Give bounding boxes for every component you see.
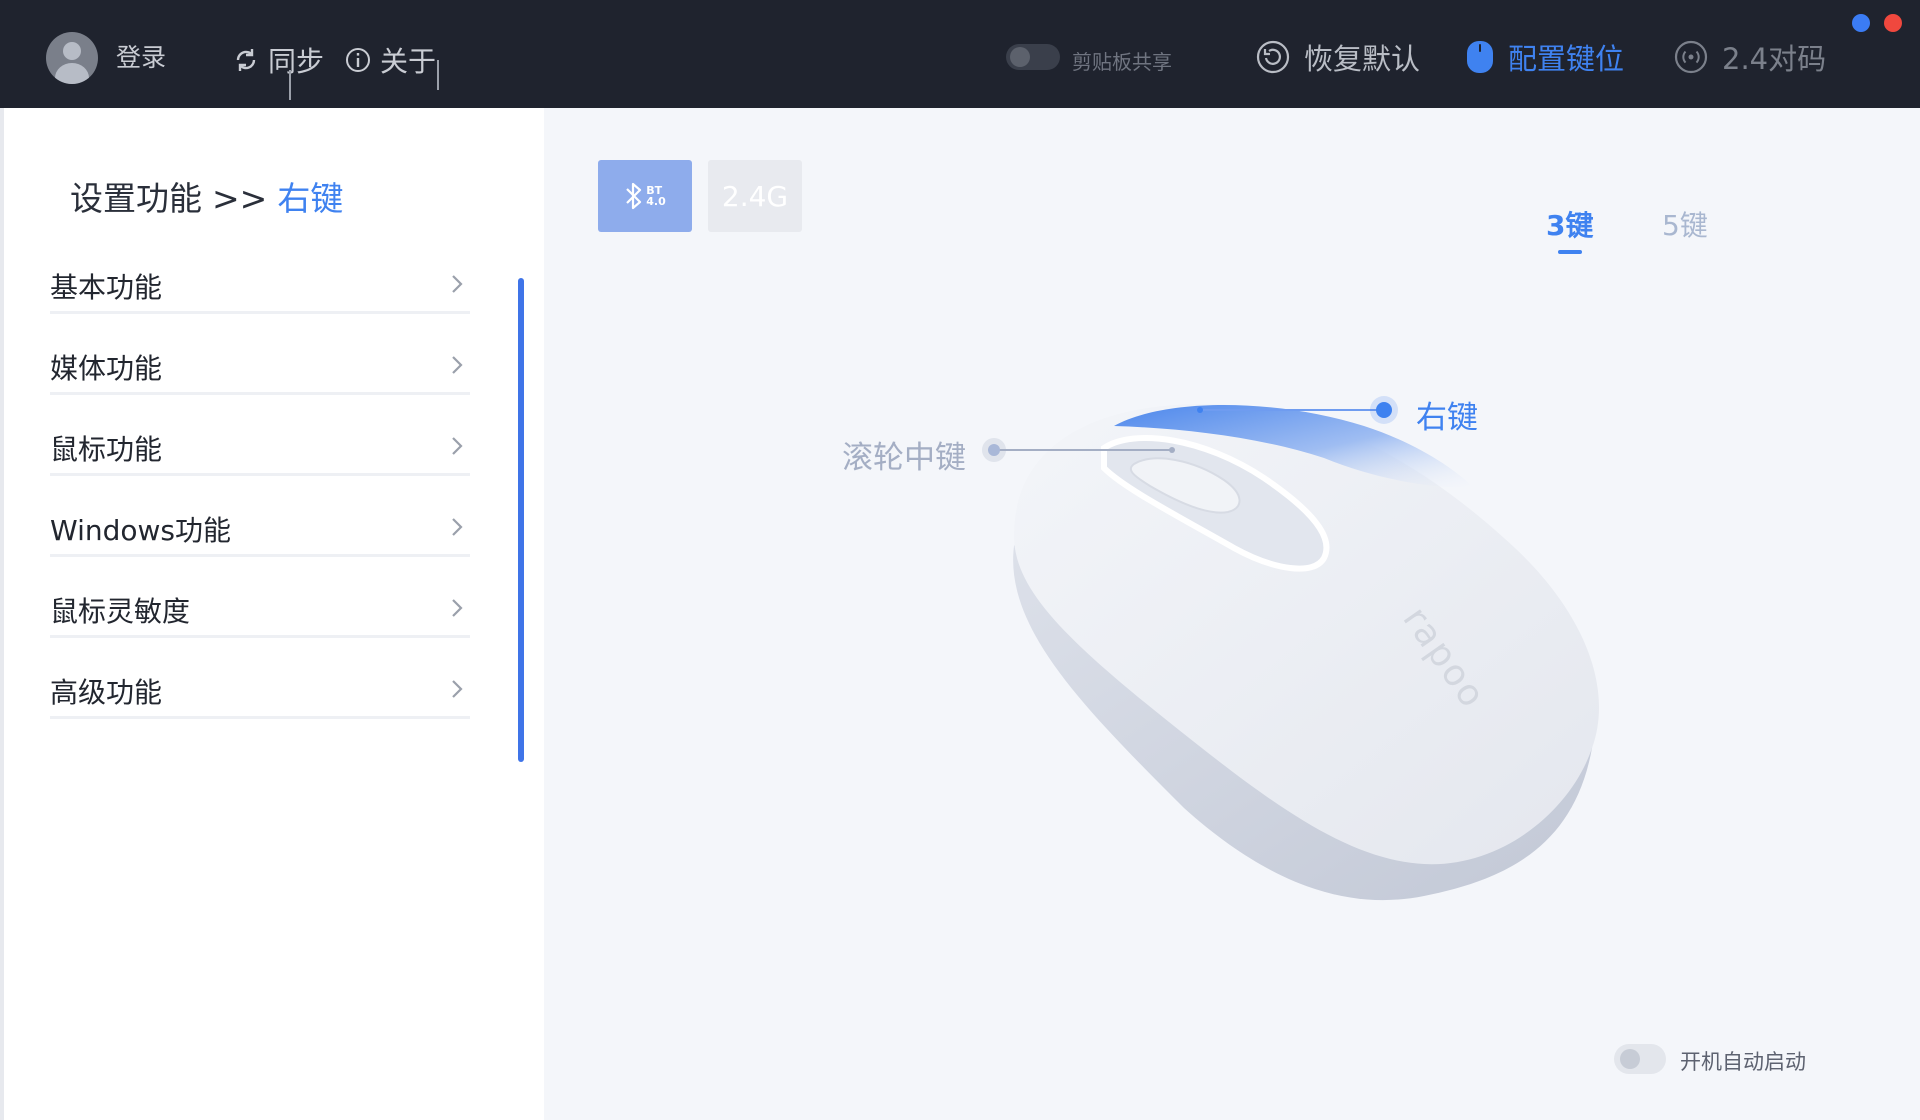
chevron-right-icon bbox=[452, 518, 463, 536]
configure-keys-button[interactable]: 配置键位 bbox=[1466, 36, 1624, 78]
text-cursor-2 bbox=[437, 60, 439, 90]
clipboard-share-toggle[interactable] bbox=[1006, 44, 1060, 70]
about-button[interactable]: 关于 bbox=[344, 40, 436, 80]
sidebar-scrollbar[interactable] bbox=[518, 278, 524, 762]
breadcrumb: 设置功能 >> 右键 bbox=[70, 172, 343, 220]
login-link[interactable]: 登录 bbox=[116, 38, 166, 74]
breadcrumb-separator: >> bbox=[212, 179, 268, 218]
avatar[interactable] bbox=[46, 32, 98, 84]
pairing-label: 2.4对码 bbox=[1722, 42, 1827, 76]
configure-keys-label: 配置键位 bbox=[1508, 42, 1625, 76]
menu-item-label: 鼠标灵敏度 bbox=[50, 595, 191, 628]
top-bar: 登录 同步 关于 剪贴板共享 恢复默认 配置键位 2.4对码 bbox=[0, 0, 1920, 108]
restore-default-button[interactable]: 恢复默认 bbox=[1256, 36, 1420, 78]
chevron-right-icon bbox=[452, 437, 463, 455]
chevron-right-icon bbox=[452, 356, 463, 374]
sync-label: 同步 bbox=[268, 45, 325, 78]
chevron-right-icon bbox=[452, 680, 463, 698]
menu-item-advanced[interactable]: 高级功能 bbox=[50, 669, 470, 719]
mouse-illustration: rapoo bbox=[982, 396, 1599, 901]
menu-item-mouse[interactable]: 鼠标功能 bbox=[50, 426, 470, 476]
menu-item-media[interactable]: 媒体功能 bbox=[50, 345, 470, 395]
menu-item-windows[interactable]: Windows功能 bbox=[50, 507, 470, 557]
window-close-button[interactable] bbox=[1884, 14, 1902, 32]
about-label: 关于 bbox=[380, 45, 437, 78]
mouse-icon bbox=[1467, 41, 1493, 73]
refresh-icon bbox=[236, 49, 256, 71]
clipboard-share-label: 剪贴板共享 bbox=[1072, 50, 1172, 74]
autostart-toggle[interactable] bbox=[1614, 1044, 1666, 1074]
right-button-marker[interactable] bbox=[1376, 402, 1392, 418]
window-minimize-button[interactable] bbox=[1852, 14, 1870, 32]
toggle-knob bbox=[1620, 1049, 1640, 1069]
chevron-right-icon bbox=[452, 275, 463, 293]
autostart-label: 开机自动启动 bbox=[1680, 1050, 1806, 1074]
main-panel: BT 4.0 2.4G 3键 5键 rapoo 右键 滚轮中键 开机自动启动 bbox=[544, 108, 1920, 1120]
menu-item-label: 高级功能 bbox=[50, 676, 163, 709]
pairing-icon bbox=[1674, 40, 1708, 74]
avatar-body bbox=[55, 63, 89, 84]
chevron-right-icon bbox=[452, 599, 463, 617]
menu-item-label: 媒体功能 bbox=[50, 352, 163, 385]
menu-item-sensitivity[interactable]: 鼠标灵敏度 bbox=[50, 588, 470, 638]
wheel-marker[interactable] bbox=[988, 444, 1000, 456]
menu-item-label: 基本功能 bbox=[50, 271, 163, 304]
toggle-knob bbox=[1010, 47, 1030, 67]
avatar-head bbox=[63, 42, 81, 60]
pairing-button[interactable]: 2.4对码 bbox=[1674, 36, 1826, 78]
breadcrumb-parent: 设置功能 bbox=[70, 179, 202, 218]
right-button-label[interactable]: 右键 bbox=[1416, 392, 1478, 437]
text-cursor bbox=[289, 70, 291, 100]
breadcrumb-current: 右键 bbox=[277, 179, 344, 218]
wheel-button-label[interactable]: 滚轮中键 bbox=[842, 432, 966, 477]
restore-default-label: 恢复默认 bbox=[1304, 42, 1421, 76]
menu-item-label: 鼠标功能 bbox=[50, 433, 163, 466]
wheel-callout-dot bbox=[1169, 447, 1175, 453]
right-button-callout-dot bbox=[1197, 407, 1203, 413]
restore-icon bbox=[1256, 40, 1290, 74]
info-icon bbox=[346, 48, 370, 72]
menu-item-basic[interactable]: 基本功能 bbox=[50, 264, 470, 314]
menu-item-label: Windows功能 bbox=[50, 514, 231, 547]
mouse-top-shell bbox=[1014, 404, 1599, 865]
sync-button[interactable]: 同步 bbox=[232, 40, 324, 80]
sidebar: 设置功能 >> 右键 基本功能 媒体功能 鼠标功能 Windows功能 鼠标灵敏度 … bbox=[0, 108, 544, 1120]
